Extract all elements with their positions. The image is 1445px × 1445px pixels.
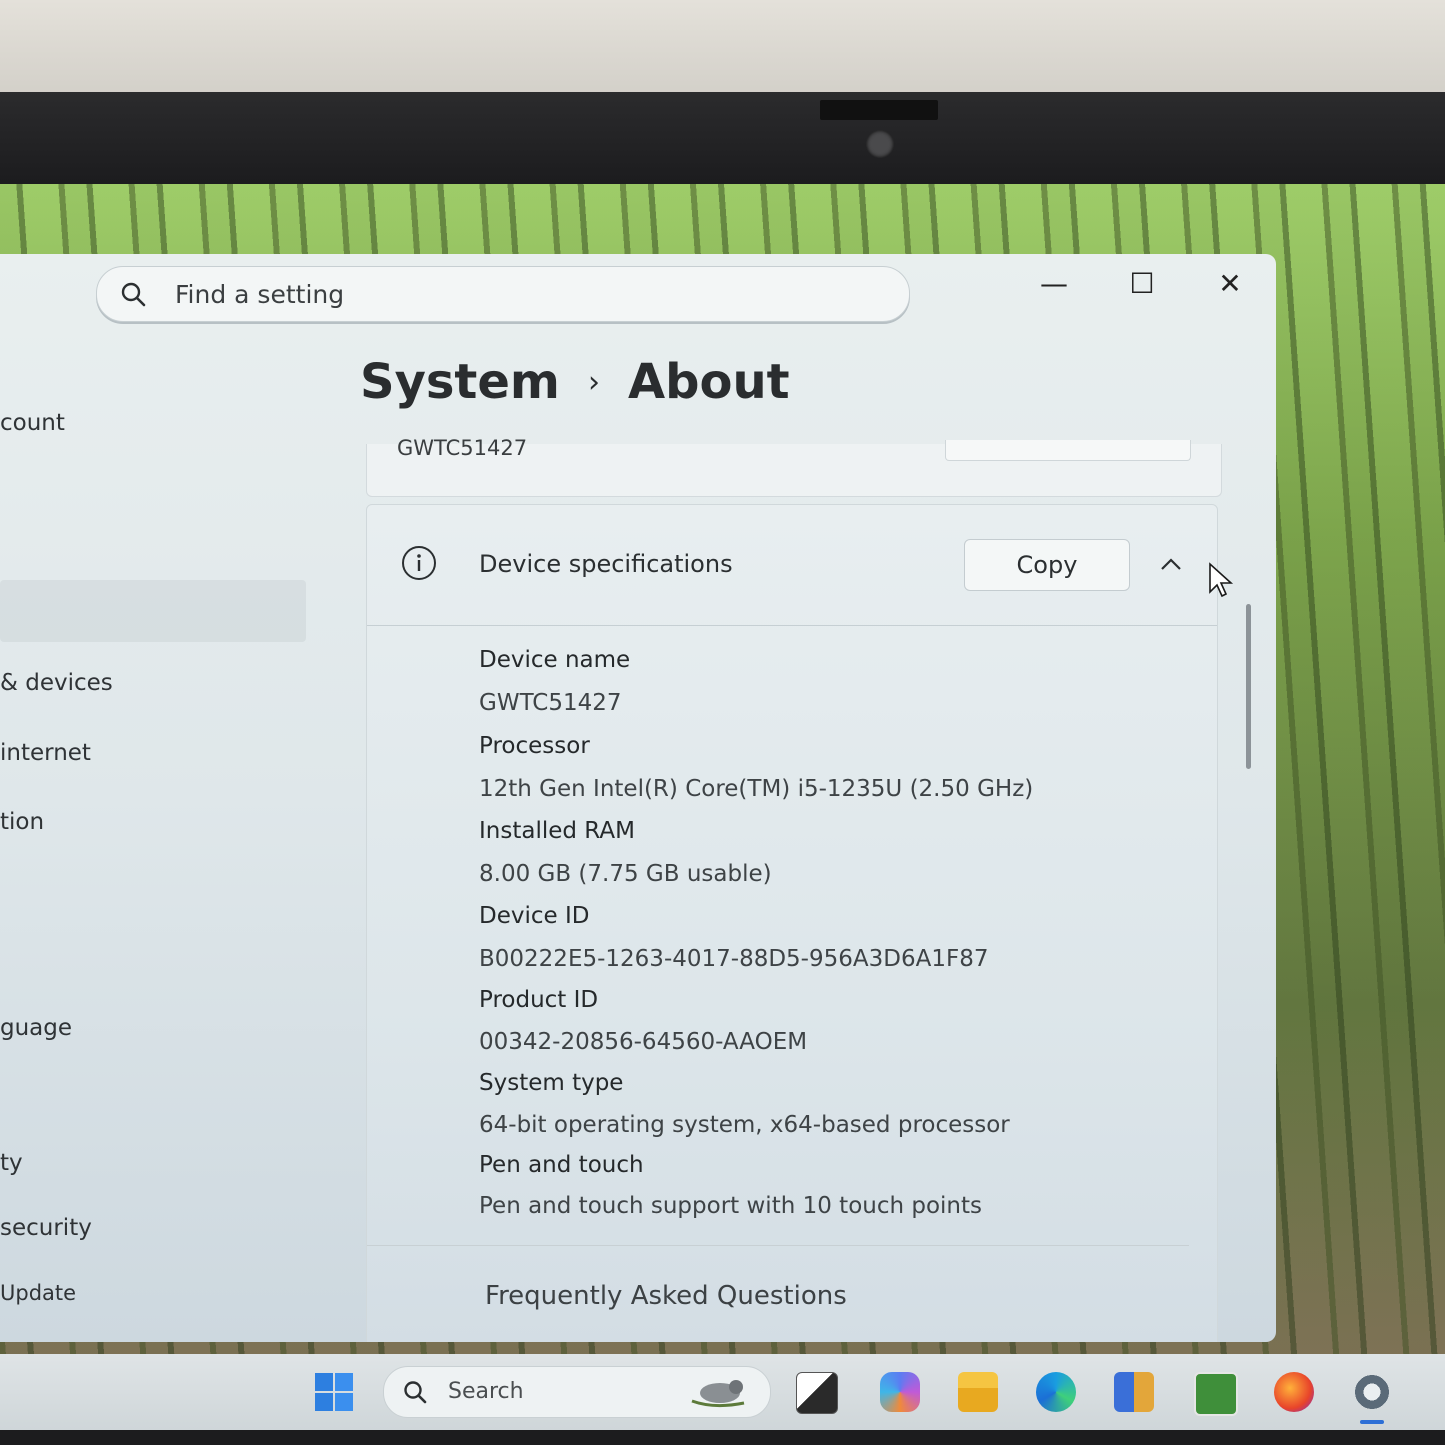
maximize-button[interactable]: ☐ — [1112, 264, 1172, 304]
webcam — [866, 130, 894, 158]
settings-search-box[interactable]: Find a setting — [96, 266, 910, 322]
spec-label-device-id: Device ID — [479, 903, 590, 929]
settings-gear-icon[interactable] — [1352, 1372, 1392, 1412]
scrollbar-thumb[interactable] — [1246, 604, 1251, 769]
store-icon[interactable] — [1114, 1372, 1154, 1412]
device-name-card: GWTC51427 — [366, 436, 1222, 497]
close-button[interactable]: ✕ — [1200, 264, 1260, 304]
spec-label-installed-ram: Installed RAM — [479, 818, 635, 844]
faq-section-header[interactable]: Frequently Asked Questions — [485, 1281, 847, 1311]
sidebar-item-accounts[interactable]: count — [0, 410, 65, 436]
spec-label-product-id: Product ID — [479, 987, 599, 1013]
device-specifications-card: Device specifications Copy Device name G… — [366, 504, 1218, 1342]
edge-icon[interactable] — [1036, 1372, 1076, 1412]
minimize-button[interactable]: — — [1024, 264, 1084, 304]
search-input[interactable]: Find a setting — [175, 280, 344, 309]
device-specifications-header[interactable]: Device specifications Copy — [367, 505, 1217, 626]
monitor-bezel-bottom — [0, 1430, 1445, 1445]
spec-value-pen-touch: Pen and touch support with 10 touch poin… — [479, 1193, 983, 1219]
monitor-bezel-top — [0, 92, 1445, 190]
device-specifications-title: Device specifications — [479, 550, 733, 578]
taskbar-search-label: Search — [448, 1379, 524, 1404]
sidebar-item-windows-update[interactable]: Update — [0, 1281, 76, 1305]
spec-value-device-id: B00222E5-1263-4017-88D5-956A3D6A1F87 — [479, 946, 989, 972]
taskbar-search-box[interactable]: Search — [383, 1366, 771, 1418]
file-explorer-icon[interactable] — [958, 1372, 998, 1412]
divider — [367, 1245, 1189, 1246]
wall-background — [0, 0, 1445, 100]
search-icon — [121, 282, 146, 307]
sidebar-selected-highlight — [0, 580, 306, 642]
info-icon — [402, 546, 436, 580]
taskbar: Search — [0, 1354, 1445, 1430]
windows-start-icon[interactable] — [314, 1372, 354, 1412]
spec-label-device-name: Device name — [479, 647, 631, 673]
spec-value-product-id: 00342-20856-64560-AAOEM — [479, 1029, 808, 1055]
task-view-icon[interactable] — [796, 1372, 838, 1414]
spec-label-pen-touch: Pen and touch — [479, 1152, 644, 1178]
firefox-icon[interactable] — [1274, 1372, 1314, 1412]
sidebar-item-accessibility[interactable]: ty — [0, 1150, 23, 1176]
sidebar-item-privacy-security[interactable]: security — [0, 1215, 92, 1241]
spec-label-system-type: System type — [479, 1070, 624, 1096]
sidebar-item-bluetooth-devices[interactable]: & devices — [0, 670, 113, 696]
chevron-up-icon[interactable] — [1157, 551, 1185, 579]
device-name-value: GWTC51427 — [397, 436, 528, 460]
search-highlight-bird-icon — [691, 1380, 745, 1408]
webcam-shutter — [820, 100, 938, 120]
rename-pc-button[interactable] — [945, 440, 1191, 461]
sidebar-item-network-internet[interactable]: internet — [0, 740, 91, 766]
active-app-indicator — [1360, 1420, 1384, 1424]
solitaire-icon[interactable] — [1194, 1372, 1238, 1416]
spec-value-device-name: GWTC51427 — [479, 690, 622, 716]
spec-label-processor: Processor — [479, 733, 590, 759]
breadcrumb-parent[interactable]: System — [360, 354, 560, 410]
spec-value-system-type: 64-bit operating system, x64-based proce… — [479, 1112, 1010, 1138]
sidebar-item-time-language[interactable]: guage — [0, 1015, 72, 1041]
copy-button[interactable]: Copy — [964, 539, 1130, 591]
copilot-icon[interactable] — [880, 1372, 920, 1412]
settings-window: Find a setting — ☐ ✕ count & devices int… — [0, 254, 1276, 1342]
breadcrumb-separator-icon: › — [587, 365, 600, 400]
page-title: About — [627, 354, 790, 410]
spec-value-processor: 12th Gen Intel(R) Core(TM) i5-1235U (2.5… — [479, 776, 1034, 802]
breadcrumb: System › About — [360, 354, 790, 410]
sidebar-item-personalization[interactable]: tion — [0, 809, 44, 835]
spec-value-installed-ram: 8.00 GB (7.75 GB usable) — [479, 861, 772, 887]
search-icon — [404, 1381, 427, 1404]
mouse-cursor-icon — [1209, 562, 1234, 598]
